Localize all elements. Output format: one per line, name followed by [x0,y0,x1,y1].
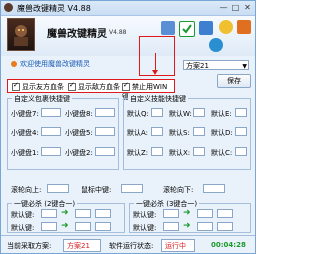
skill-label: 默认C: [211,149,233,157]
current-scheme-label: 当前采取方案: [7,242,52,250]
skill-label: 默认E: [211,110,232,118]
arrow-right-icon: ➜ [61,221,69,231]
skill-input[interactable] [235,108,247,117]
skill-label: 默认A: [127,129,149,137]
slot-input[interactable] [95,127,115,136]
scheme-select[interactable]: 方案21 ▼ [183,60,249,70]
combo-input[interactable] [217,209,233,218]
save-button[interactable]: 保存 [217,74,251,88]
slot-input[interactable] [41,108,61,117]
app-window: 魔兽改键精灵 V4.88 — □ ✕ 魔兽改键精灵 V4.88 欢迎使用魔兽改键… [0,0,256,254]
skill-label: 默认Z: [127,149,149,157]
promo-link[interactable]: 欢迎使用魔兽改键精灵 [11,59,90,69]
slot-input[interactable] [41,127,61,136]
window-title: 魔兽改键精灵 V4.88 [17,4,91,13]
scroll-up-label: 滚轮向上: [11,186,42,194]
combo-input[interactable] [75,209,91,218]
tools-icon[interactable] [237,20,251,34]
grid-icon[interactable] [161,21,175,35]
timer: 00:04:28 [211,241,246,249]
skill-label: 默认X: [169,149,191,157]
chevron-down-icon: ▼ [242,63,247,70]
combo-label: 默认键: [11,211,35,219]
help-icon[interactable] [219,20,233,34]
combo-label: 默认键: [133,211,157,219]
close-button[interactable]: ✕ [243,3,252,12]
current-scheme-value: 方案21 [67,242,90,250]
run-state-label: 软件运行状态: [109,242,154,250]
combo-input[interactable] [75,222,91,231]
skill-input[interactable] [193,108,205,117]
options-row: 显示友方血条 显示敌方血条 禁止用WIN键 [7,79,175,101]
star-icon[interactable] [199,21,213,35]
slot-input[interactable] [41,147,61,156]
mouse-mid-label: 鼠标中键: [81,186,112,194]
combo-input[interactable] [95,209,111,218]
app-icon [4,3,13,12]
skill-input[interactable] [151,127,163,136]
skill-input[interactable] [235,147,247,156]
combo-input[interactable] [41,222,57,231]
status-bar: 当前采取方案: 方案21 软件运行状态: 运行中 00:04:28 [1,235,255,253]
scroll-down-input[interactable] [203,184,225,193]
maximize-button[interactable]: □ [231,3,240,12]
scroll-up-input[interactable] [47,184,69,193]
logo-image [7,18,35,51]
skill-input[interactable] [193,127,205,136]
arrow-right-icon: ➜ [183,221,191,231]
scroll-down-label: 滚轮向下: [163,186,194,194]
bullet-icon [11,61,17,67]
arrow-right-icon: ➜ [61,208,69,218]
app-title: 魔兽改键精灵 [47,29,107,40]
slot-label: 小键盘7: [11,110,39,118]
highlight-arrow [152,53,158,75]
slot-label: 小键盘8: [65,110,93,118]
slot-label: 小键盘4: [11,129,39,137]
skill-label: 默认D: [211,129,233,137]
combo-input[interactable] [217,222,233,231]
combo-label: 默认键: [11,224,35,232]
skill-input[interactable] [193,147,205,156]
check-icon[interactable] [179,21,195,37]
combo-label: 默认键: [133,224,157,232]
slot-input[interactable] [95,147,115,156]
slot-label: 小键盘2: [65,149,93,157]
app-version: V4.88 [109,29,127,36]
run-state-box: 运行中 [161,239,195,252]
current-scheme-box: 方案21 [63,239,101,252]
combo-input[interactable] [197,209,213,218]
title-bar: 魔兽改键精灵 V4.88 — □ ✕ [1,1,255,16]
minimize-button[interactable]: — [219,3,228,12]
slot-label: 小键盘1: [11,149,39,157]
skill-label: 默认Q: [127,110,149,118]
combo-input[interactable] [197,222,213,231]
skill-input[interactable] [151,108,163,117]
skill-label: 默认W: [169,110,192,118]
skill-label: 默认S: [169,129,190,137]
arrow-right-icon: ➜ [183,208,191,218]
combo-input[interactable] [41,209,57,218]
combo-input[interactable] [163,209,179,218]
skill-input[interactable] [235,127,247,136]
skill-input[interactable] [151,147,163,156]
header: 魔兽改键精灵 V4.88 [1,16,255,56]
show-enemy-hp-checkbox[interactable]: 显示敌方血条 [68,81,120,92]
combo-input[interactable] [163,222,179,231]
slot-label: 小键盘5: [65,129,93,137]
mouse-mid-input[interactable] [121,184,143,193]
run-state-value: 运行中 [165,242,186,250]
combo-input[interactable] [95,222,111,231]
globe-icon[interactable] [209,38,223,52]
slot-input[interactable] [95,108,115,117]
show-ally-hp-checkbox[interactable]: 显示友方血条 [12,81,64,92]
